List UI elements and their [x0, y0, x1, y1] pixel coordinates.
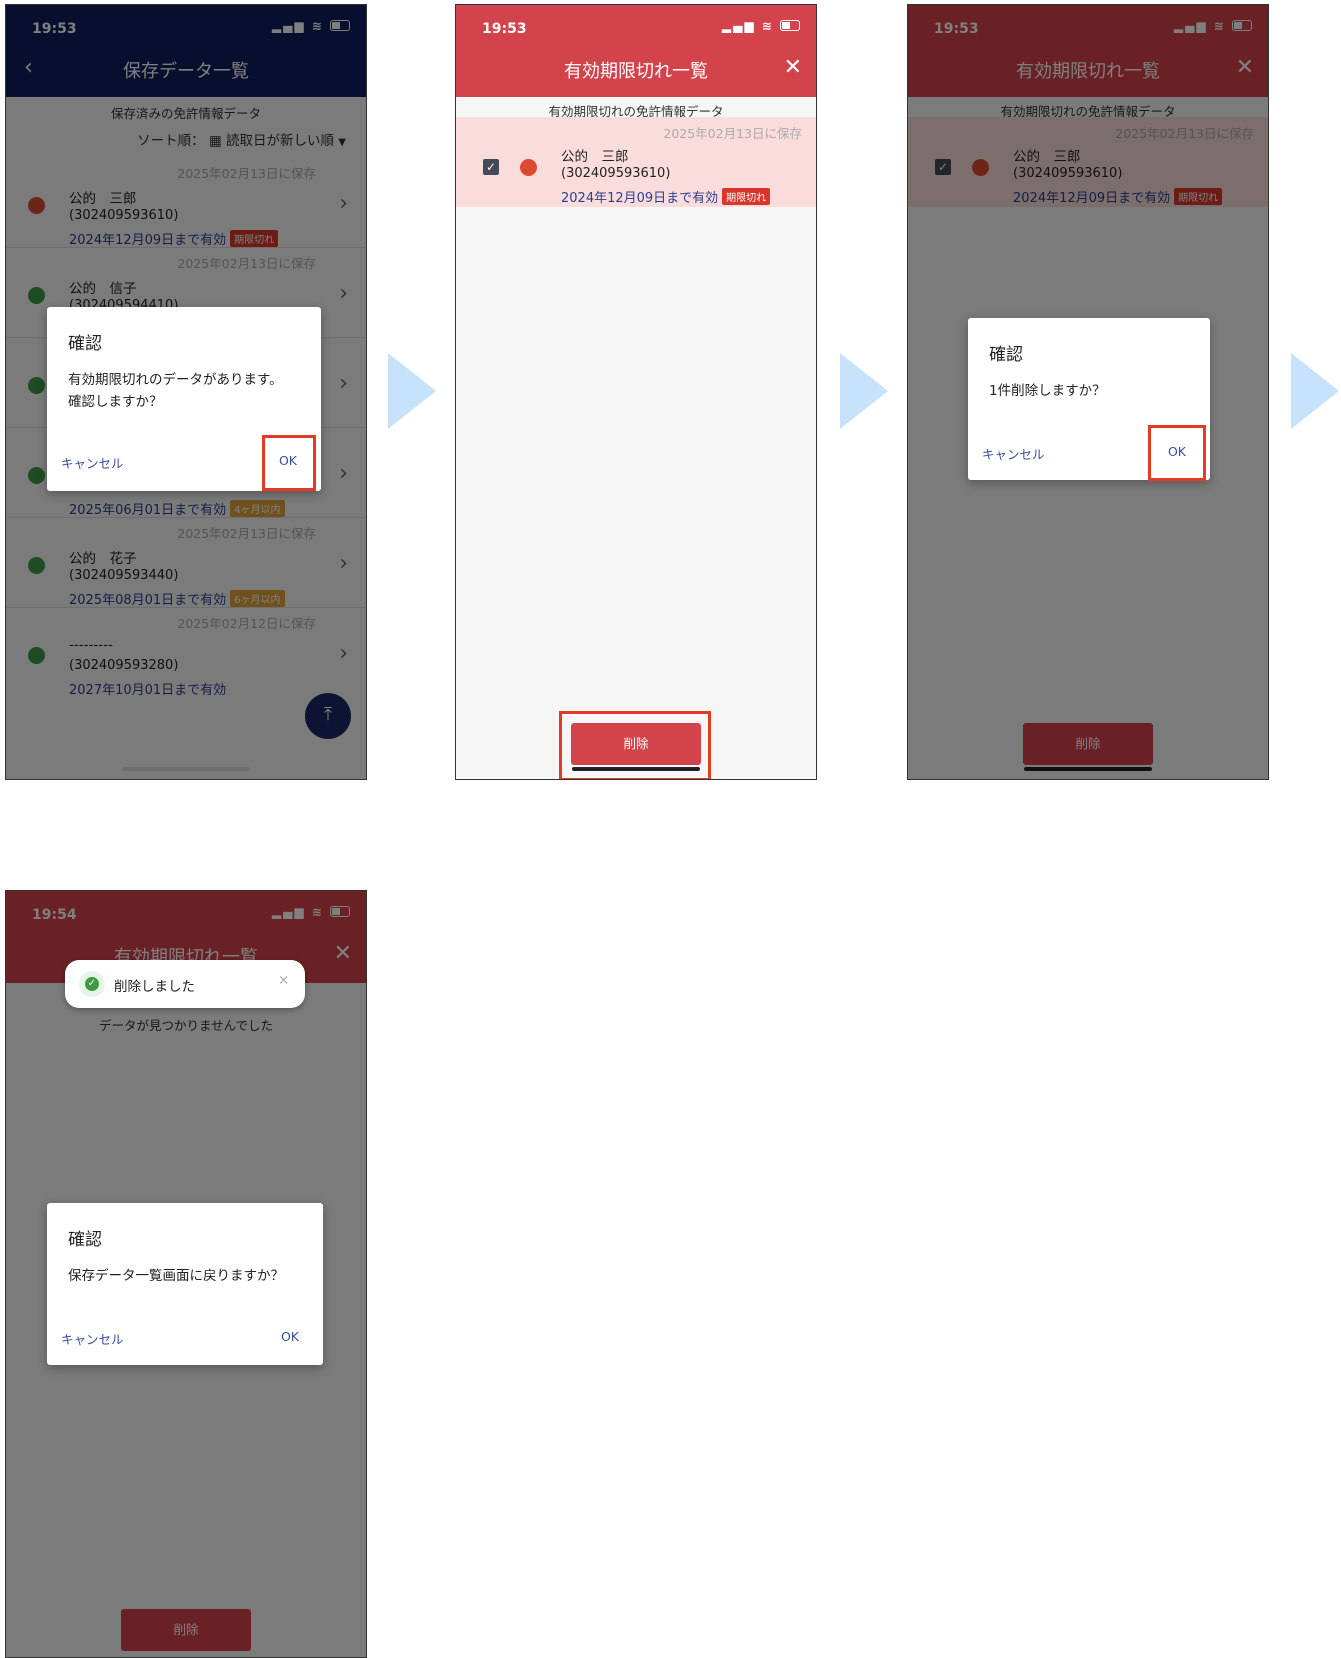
status-bar: 19:53 ▂▄▆ ≋ — [456, 5, 816, 51]
license-number: (302409593610) — [561, 166, 671, 181]
dialog-title: 確認 — [68, 334, 102, 354]
flow-arrow-icon — [388, 353, 436, 429]
list-item[interactable]: 2025年02月13日に保存 ✓ 公的 三郎 (302409593610) 20… — [456, 117, 816, 207]
checkbox[interactable]: ✓ — [483, 159, 499, 175]
expiry-text: 2024年12月09日まで有効 — [561, 191, 719, 206]
license-name: 公的 三郎 — [561, 149, 629, 165]
ok-button[interactable]: OK — [281, 1329, 299, 1344]
highlight-box — [559, 711, 711, 779]
toast-close-icon[interactable]: × — [278, 973, 289, 988]
cancel-button[interactable]: キャンセル — [61, 1329, 124, 1348]
screen-deleted-result: 19:54 ▂▄▆ ≋ 有効期限切れ一覧 ✕ データが見つかりませんでした 削除… — [5, 890, 367, 1658]
check-circle-icon — [79, 971, 105, 997]
close-icon[interactable]: ✕ — [784, 55, 802, 80]
screen-expired-list: 19:53 ▂▄▆ ≋ 有効期限切れ一覧 ✕ 有効期限切れの免許情報データ 20… — [455, 4, 817, 780]
dialog-message: 保存データ一覧画面に戻りますか？ — [68, 1268, 284, 1284]
dialog-message: 有効期限切れのデータがあります。 確認しますか？ — [68, 369, 283, 413]
screen-saved-data-list: 19:53 ▂▄▆ ≋ ‹ 保存データ一覧 保存済みの免許情報データ ソート順：… — [5, 4, 367, 780]
battery-icon — [780, 20, 800, 31]
highlight-box — [262, 435, 316, 491]
dialog-title: 確認 — [989, 345, 1023, 365]
dialog-message: 1件削除しますか？ — [989, 383, 1106, 399]
cancel-button[interactable]: キャンセル — [61, 453, 124, 472]
app-bar: 19:53 ▂▄▆ ≋ 有効期限切れ一覧 ✕ — [456, 5, 816, 97]
status-time: 19:53 — [482, 21, 527, 37]
dialog-title: 確認 — [68, 1230, 102, 1250]
highlight-box — [1148, 425, 1206, 481]
flow-arrow-icon — [1291, 353, 1339, 429]
expiry-date: 2024年12月09日まで有効期限切れ — [561, 187, 771, 206]
expired-status-dot — [520, 159, 537, 176]
status-icons: ▂▄▆ ≋ — [722, 19, 800, 33]
page-title: 有効期限切れ一覧 — [564, 61, 708, 82]
screen-expired-list-confirm: 19:53 ▂▄▆ ≋ 有効期限切れ一覧 ✕ 有効期限切れの免許情報データ 20… — [907, 4, 1269, 780]
toast-message: 削除しました — [114, 979, 195, 995]
flow-arrow-icon — [840, 353, 888, 429]
confirm-dialog: 確認 保存データ一覧画面に戻りますか？ キャンセル OK — [47, 1203, 323, 1365]
dialog-message-line: 確認しますか？ — [68, 394, 163, 410]
expired-badge: 期限切れ — [722, 188, 771, 205]
success-toast: 削除しました × — [65, 960, 305, 1008]
cancel-button[interactable]: キャンセル — [982, 444, 1045, 463]
dialog-message-line: 有効期限切れのデータがあります。 — [68, 372, 283, 388]
saved-date: 2025年02月13日に保存 — [663, 126, 802, 141]
